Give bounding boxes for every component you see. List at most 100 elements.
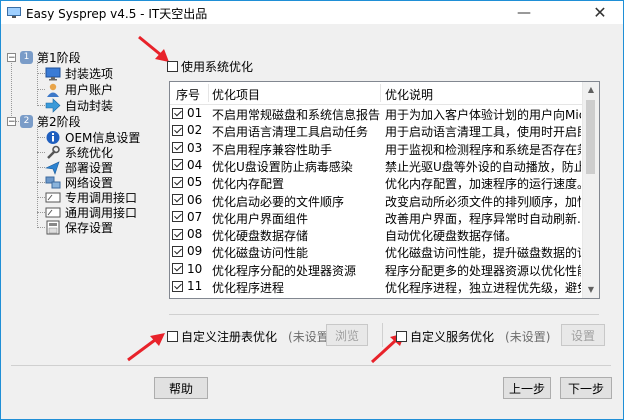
row-item-name: 优化程序进程 — [212, 281, 285, 295]
table-row[interactable]: 01 不启用常规磁盘和系统信息报告用于为加入客户体验计划的用户向Micro... — [170, 105, 583, 122]
row-number-cell: 07 — [172, 210, 202, 224]
header-number[interactable]: 序号 — [176, 86, 200, 103]
row-checkbox[interactable] — [172, 228, 183, 240]
table-row[interactable]: 11 优化程序进程 优化程序进程，独立进程优先级，避免系... — [170, 278, 583, 295]
table-header: 序号 优化项目 优化说明 — [170, 82, 583, 105]
row-checkbox[interactable] — [172, 263, 183, 275]
scroll-thumb[interactable] — [586, 100, 595, 174]
tree-item-auto-packaging[interactable]: 自动封装 — [45, 97, 113, 113]
previous-button[interactable]: 上一步 — [503, 377, 551, 399]
row-number: 03 — [187, 140, 203, 155]
custom-service-option[interactable]: 自定义服务优化 (未设置) — [396, 328, 550, 345]
table-row[interactable]: 10 优化程序分配的处理器资源 程序分配更多的处理器资源以优化性能。 — [170, 261, 583, 278]
save-icon — [46, 220, 60, 234]
help-button[interactable]: 帮助 — [154, 377, 208, 399]
stage2-label: 第2阶段 — [37, 114, 81, 129]
custom-service-checkbox[interactable] — [396, 331, 407, 342]
tree-item-label: 用户账户 — [65, 82, 114, 97]
row-description: 改善用户界面，程序异常时自动刷新... — [385, 211, 581, 226]
table-row[interactable]: 08 优化硬盘数据存储 自动优化硬盘数据存储。 — [170, 226, 583, 243]
row-checkbox[interactable] — [172, 142, 183, 154]
row-number-cell: 02 — [172, 123, 202, 137]
table-row[interactable]: 03 不启用程序兼容性助手 用于监视和检测程序和系统是否存在兼容... — [170, 140, 583, 157]
row-item-name: 优化内存配置 — [212, 177, 285, 192]
header-item[interactable]: 优化项目 — [212, 86, 260, 103]
tree-item-label: 封装选项 — [65, 66, 114, 81]
row-description: 优化程序进程，独立进程优先级，避免系... — [385, 281, 581, 295]
tree-item-packaging-options[interactable]: 封装选项 — [45, 65, 113, 81]
row-number: 06 — [187, 192, 203, 207]
row-number-cell: 04 — [172, 158, 202, 172]
table-row[interactable]: 04 优化U盘设置防止病毒感染 禁止光驱U盘等外设的自动播放，防止被... — [170, 157, 583, 174]
row-description: 用于启动语言清理工具，使用时开启即可... — [385, 125, 581, 140]
table-row[interactable]: 02 不启用语言清理工具启动任务 用于启动语言清理工具，使用时开启即可... — [170, 122, 583, 139]
tree-item-user-accounts[interactable]: 用户账户 — [45, 81, 113, 97]
row-checkbox[interactable] — [172, 176, 183, 188]
row-checkbox[interactable] — [172, 107, 183, 119]
app-icon — [7, 7, 21, 18]
row-description: 禁止光驱U盘等外设的自动播放，防止被... — [385, 159, 581, 174]
arrow-right-icon — [45, 97, 61, 113]
tree-stage1[interactable]: − 1 第1阶段 — [7, 49, 81, 65]
wrench-icon — [47, 145, 60, 159]
row-number-cell: 09 — [172, 244, 202, 258]
use-system-optimization[interactable]: 使用系统优化 — [167, 58, 253, 75]
tree-stage2[interactable]: − 2 第2阶段 — [7, 113, 81, 129]
next-button[interactable]: 下一步 — [560, 377, 612, 399]
stage1-badge: 1 — [20, 50, 33, 64]
row-number-cell: 08 — [172, 227, 202, 241]
tree-item-label: 自动封装 — [65, 98, 114, 113]
custom-service-label: 自定义服务优化 — [410, 330, 495, 344]
use-system-optimization-checkbox[interactable] — [167, 61, 178, 72]
row-description: 程序分配更多的处理器资源以优化性能。 — [385, 263, 581, 278]
row-description: 用于监视和检测程序和系统是否存在兼容... — [385, 142, 581, 157]
row-checkbox[interactable] — [172, 124, 183, 136]
row-item-name: 优化磁盘访问性能 — [212, 246, 309, 261]
close-button[interactable]: ✕ — [577, 1, 623, 24]
row-checkbox[interactable] — [172, 211, 183, 223]
row-checkbox[interactable] — [172, 194, 183, 205]
deploy-icon — [45, 160, 60, 175]
row-item-name: 优化用户界面组件 — [212, 211, 309, 226]
collapse-icon[interactable]: − — [7, 116, 16, 126]
row-item-name: 优化程序分配的处理器资源 — [212, 263, 357, 278]
row-number: 01 — [187, 106, 203, 120]
stage2-badge: 2 — [20, 114, 33, 128]
row-number: 11 — [187, 279, 203, 293]
stage1-label: 第1阶段 — [37, 50, 81, 65]
row-checkbox[interactable] — [172, 245, 183, 257]
row-item-name: 优化硬盘数据存储 — [212, 229, 309, 244]
table-row[interactable]: 05 优化内存配置 优化内存配置，加速程序的运行速度。 — [170, 174, 583, 191]
row-description: 自动优化硬盘数据存储。 — [385, 229, 518, 244]
collapse-icon[interactable]: − — [7, 52, 16, 62]
table-row[interactable]: 07 优化用户界面组件 改善用户界面，程序异常时自动刷新... — [170, 209, 583, 226]
optimization-table: 序号 优化项目 优化说明 01 不启用常规磁盘和系统信息报告 用于为加入客户体验计划… — [169, 81, 600, 299]
title-bar: Easy Sysprep v4.5 - IT天空出品 — ✕ — [1, 1, 623, 24]
minimize-button[interactable]: — — [501, 1, 547, 24]
row-item-name: 不启用语言清理工具启动任务 — [212, 125, 369, 140]
table-row[interactable]: 09 优化磁盘访问性能 优化磁盘访问性能，提升磁盘数据的读写... — [170, 243, 583, 260]
use-system-optimization-label: 使用系统优化 — [181, 60, 254, 74]
vertical-scrollbar[interactable]: ▲ ▼ — [582, 82, 599, 298]
app-window: Easy Sysprep v4.5 - IT天空出品 — ✕ − 1 第1阶段 … — [0, 0, 624, 420]
custom-registry-option[interactable]: 自定义注册表优化 (未设置) — [167, 328, 333, 345]
settings-button[interactable]: 设置 — [561, 324, 605, 346]
row-number: 02 — [187, 123, 203, 138]
row-number-cell: 03 — [172, 141, 202, 155]
row-checkbox[interactable] — [172, 159, 183, 171]
info-icon — [46, 130, 60, 144]
scroll-up-icon[interactable]: ▲ — [583, 82, 599, 98]
row-checkbox[interactable] — [172, 280, 183, 292]
interface-icon — [45, 207, 61, 217]
header-description[interactable]: 优化说明 — [385, 86, 433, 103]
browse-button[interactable]: 浏览 — [326, 324, 368, 346]
row-description: 优化磁盘访问性能，提升磁盘数据的读写... — [385, 246, 581, 261]
network-icon — [45, 176, 61, 188]
separator — [169, 314, 599, 315]
row-item-name: 不启用程序兼容性助手 — [212, 142, 333, 157]
tree-item-save-settings[interactable]: 保存设置 — [45, 219, 113, 235]
separator — [11, 365, 611, 366]
custom-registry-checkbox[interactable] — [167, 331, 178, 342]
scroll-down-icon[interactable]: ▼ — [583, 282, 599, 298]
table-row[interactable]: 06 优化启动必要的文件顺序 改变启动所必须文件的排列顺序，加快开... — [170, 192, 583, 209]
